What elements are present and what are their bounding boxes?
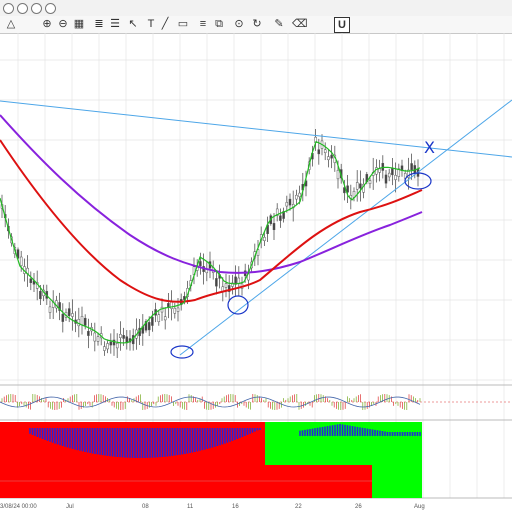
candle-body	[391, 168, 394, 176]
signal-green-zone	[372, 465, 422, 498]
annotation-circle	[170, 345, 194, 359]
candle-body	[378, 168, 381, 173]
candle-body	[80, 316, 84, 326]
signal-pane	[0, 465, 422, 498]
candle-body	[173, 307, 177, 314]
candle-body	[163, 316, 167, 321]
candle-body	[77, 319, 81, 327]
candle-body	[19, 256, 23, 266]
resistance-trendline	[0, 100, 512, 158]
candle-body	[285, 202, 289, 207]
candle-body	[106, 343, 109, 350]
candle-body	[387, 172, 391, 178]
histogram-pane	[0, 422, 422, 465]
candle-body	[224, 283, 228, 288]
date-label: 26	[355, 504, 362, 510]
candle-body	[355, 182, 359, 190]
date-label: 3/08/24 00:00	[0, 504, 37, 510]
date-label: 11	[187, 504, 194, 510]
candle-body	[410, 163, 413, 171]
candle-body	[394, 174, 397, 180]
date-label: 08	[142, 504, 149, 510]
candle-body	[96, 336, 100, 342]
candle-body	[115, 343, 119, 349]
candle-body	[359, 183, 362, 189]
candle-body	[263, 236, 266, 242]
candle-body	[93, 332, 97, 342]
candle-body	[272, 223, 276, 231]
candle-body	[112, 339, 116, 346]
candlestick-series	[0, 128, 420, 358]
candle-body	[71, 313, 74, 317]
candle-body	[288, 198, 292, 206]
candle-body	[317, 149, 321, 155]
annotation-mark: X	[424, 138, 435, 157]
candle-body	[103, 346, 106, 351]
candle-body	[336, 169, 340, 180]
candle-body	[199, 261, 202, 267]
date-axis: 3/08/24 00:00 Jul 08 11 16 22 26 Aug	[0, 504, 425, 510]
candle-body	[87, 330, 90, 336]
mid-moving-average	[0, 139, 423, 303]
candle-body	[327, 156, 330, 161]
candle-body	[39, 290, 42, 300]
date-label: Jul	[66, 504, 74, 510]
signal-red-zone	[0, 465, 372, 498]
candle-body	[176, 307, 180, 312]
date-label: 16	[232, 504, 239, 510]
candle-body	[151, 316, 154, 326]
candle-body	[384, 174, 388, 184]
candle-body	[119, 334, 122, 338]
price-chart[interactable]: X 3/08/24 00:00 Jul 08 11 16 22 26 Aug	[0, 0, 512, 512]
candle-body	[157, 314, 161, 323]
candle-body	[279, 215, 282, 221]
candle-body	[83, 317, 87, 326]
candle-body	[147, 322, 151, 331]
candle-body	[368, 180, 372, 184]
histogram-green-zone	[265, 422, 422, 465]
candle-body	[215, 278, 218, 287]
candle-body	[61, 313, 65, 322]
slow-moving-average	[0, 114, 423, 274]
candle-body	[295, 194, 298, 200]
date-label: 22	[295, 504, 302, 510]
oscillator-pane	[0, 394, 512, 410]
candle-body	[29, 278, 33, 283]
candle-body	[170, 301, 173, 309]
candle-body	[122, 335, 125, 339]
support-trendline	[179, 99, 512, 356]
candle-body	[67, 308, 71, 316]
candle-body	[298, 192, 301, 197]
date-label: Aug	[414, 504, 425, 510]
candle-body	[48, 306, 52, 313]
candle-body	[330, 154, 333, 159]
candle-body	[323, 149, 327, 153]
candle-body	[109, 341, 113, 346]
